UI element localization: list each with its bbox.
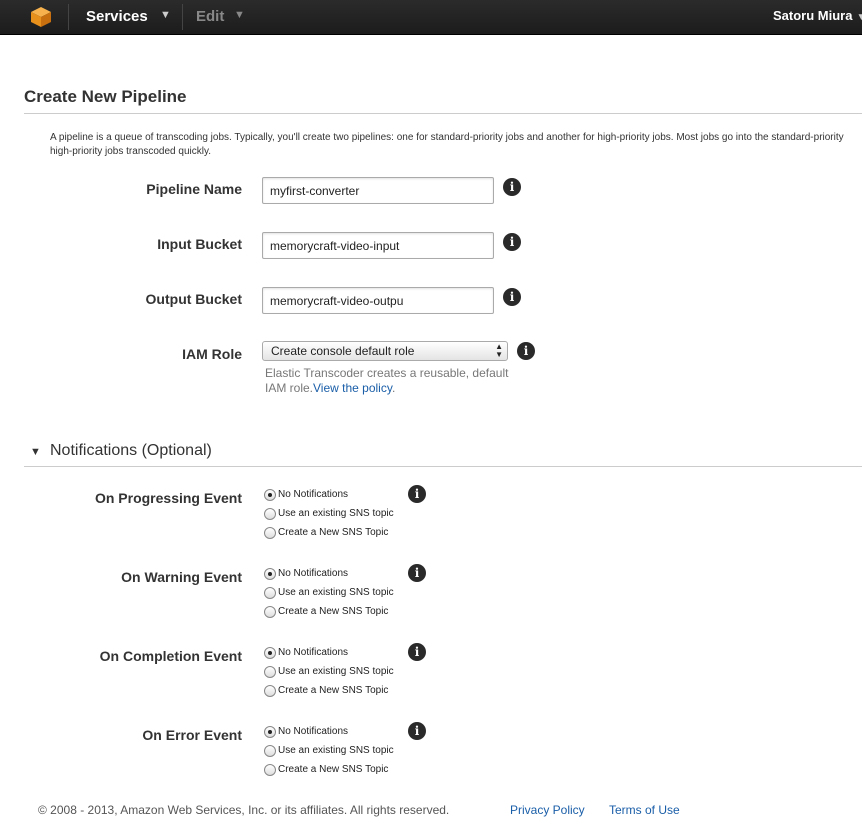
radio-label[interactable]: Create a New SNS Topic <box>278 685 388 696</box>
notification-option[interactable]: Use an existing SNS topic <box>264 742 394 758</box>
output-bucket-input[interactable] <box>262 287 494 314</box>
chevron-down-icon[interactable]: ▼ <box>234 9 245 21</box>
chevron-down-icon[interactable]: ▼ <box>856 12 862 23</box>
input-bucket-input[interactable] <box>262 232 494 259</box>
radio-button[interactable] <box>264 744 276 757</box>
info-icon[interactable]: i <box>408 564 426 582</box>
radio-label[interactable]: No Notifications <box>278 489 348 500</box>
iam-role-selected: Create console default role <box>271 344 415 358</box>
event-label: On Progressing Event <box>94 490 242 506</box>
radio-button[interactable] <box>264 646 276 659</box>
radio-button[interactable] <box>264 507 276 520</box>
radio-label[interactable]: Create a New SNS Topic <box>278 606 388 617</box>
title-divider <box>24 113 862 114</box>
radio-label[interactable]: No Notifications <box>278 568 348 579</box>
top-navigation-bar: Services ▼ Edit ▼ Satoru Miura ▼ <box>0 0 862 35</box>
iam-role-select[interactable]: Create console default role ▲ ▼ <box>262 341 508 361</box>
radio-label[interactable]: Create a New SNS Topic <box>278 764 388 775</box>
notification-option[interactable]: Create a New SNS Topic <box>264 524 388 540</box>
notifications-section-title[interactable]: Notifications (Optional) <box>50 442 212 460</box>
notification-option[interactable]: Use an existing SNS topic <box>264 505 394 521</box>
services-menu[interactable]: Services <box>86 8 148 25</box>
radio-label[interactable]: No Notifications <box>278 647 348 658</box>
radio-button[interactable] <box>264 567 276 580</box>
radio-label[interactable]: Use an existing SNS topic <box>278 745 394 756</box>
intro-line: high-priority jobs transcoded quickly. <box>50 146 212 157</box>
notification-option[interactable]: No Notifications <box>264 565 348 581</box>
info-icon[interactable]: i <box>408 485 426 503</box>
radio-label[interactable]: Use an existing SNS topic <box>278 587 394 598</box>
output-bucket-label: Output Bucket <box>145 291 242 307</box>
radio-label[interactable]: Create a New SNS Topic <box>278 527 388 538</box>
radio-button[interactable] <box>264 684 276 697</box>
radio-button[interactable] <box>264 488 276 501</box>
section-divider <box>24 466 862 467</box>
notification-option[interactable]: Use an existing SNS topic <box>264 663 394 679</box>
chevron-down-icon[interactable]: ▼ <box>160 9 171 21</box>
pipeline-name-input[interactable] <box>262 177 494 204</box>
radio-button[interactable] <box>264 725 276 738</box>
radio-button[interactable] <box>264 526 276 539</box>
iam-role-label: IAM Role <box>182 346 242 362</box>
notification-option[interactable]: No Notifications <box>264 644 348 660</box>
info-icon[interactable]: i <box>517 342 535 360</box>
intro-line: A pipeline is a queue of transcoding job… <box>50 132 844 143</box>
radio-label[interactable]: No Notifications <box>278 726 348 737</box>
info-icon[interactable]: i <box>503 233 521 251</box>
info-icon[interactable]: i <box>408 722 426 740</box>
event-label: On Completion Event <box>99 648 242 664</box>
info-icon[interactable]: i <box>503 178 521 196</box>
radio-label[interactable]: Use an existing SNS topic <box>278 508 394 519</box>
aws-cube-icon[interactable] <box>30 6 52 28</box>
triangle-down-icon[interactable]: ▼ <box>30 446 41 458</box>
event-label: On Error Event <box>142 727 242 743</box>
notification-option[interactable]: Create a New SNS Topic <box>264 761 388 777</box>
iam-role-help: Elastic Transcoder creates a reusable, d… <box>265 366 515 396</box>
intro-text: A pipeline is a queue of transcoding job… <box>50 131 862 159</box>
info-icon[interactable]: i <box>503 288 521 306</box>
info-icon[interactable]: i <box>408 643 426 661</box>
pipeline-name-label: Pipeline Name <box>146 181 242 197</box>
terms-of-use-link[interactable]: Terms of Use <box>609 803 680 817</box>
radio-button[interactable] <box>264 665 276 678</box>
notification-option[interactable]: Use an existing SNS topic <box>264 584 394 600</box>
radio-button[interactable] <box>264 586 276 599</box>
select-arrows-icon: ▲ ▼ <box>495 342 503 359</box>
user-menu[interactable]: Satoru Miura ▼ <box>773 8 862 23</box>
notification-option[interactable]: Create a New SNS Topic <box>264 682 388 698</box>
notification-option[interactable]: No Notifications <box>264 723 348 739</box>
input-bucket-label: Input Bucket <box>157 236 242 252</box>
event-label: On Warning Event <box>121 569 242 585</box>
notification-option[interactable]: No Notifications <box>264 486 348 502</box>
edit-menu[interactable]: Edit <box>196 8 224 25</box>
page-title: Create New Pipeline <box>24 87 187 106</box>
radio-label[interactable]: Use an existing SNS topic <box>278 666 394 677</box>
copyright-text: © 2008 - 2013, Amazon Web Services, Inc.… <box>38 803 450 817</box>
nav-divider <box>68 4 69 30</box>
radio-button[interactable] <box>264 763 276 776</box>
nav-divider <box>182 4 183 30</box>
radio-button[interactable] <box>264 605 276 618</box>
user-name[interactable]: Satoru Miura <box>773 8 852 23</box>
privacy-policy-link[interactable]: Privacy Policy <box>510 803 585 817</box>
view-policy-link[interactable]: View the policy <box>313 381 392 395</box>
notification-option[interactable]: Create a New SNS Topic <box>264 603 388 619</box>
period: . <box>391 381 396 395</box>
